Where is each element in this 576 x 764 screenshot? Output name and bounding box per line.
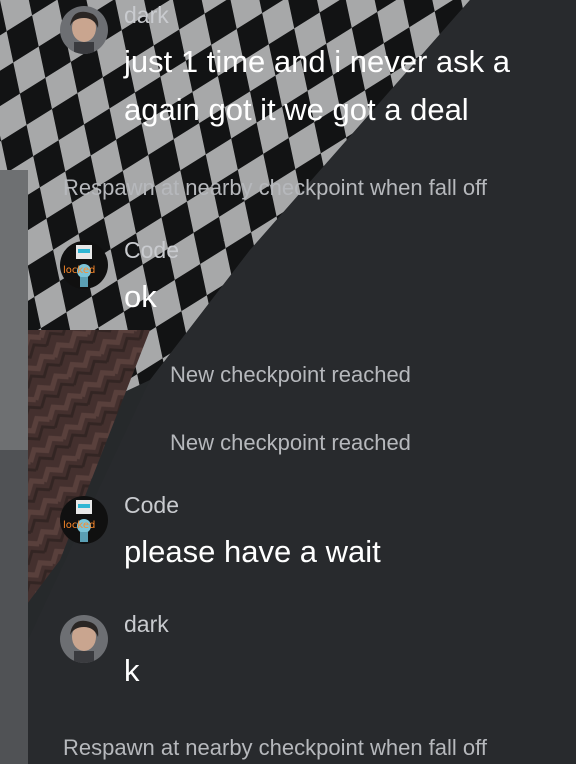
message-line: again got it we got a deal [124,92,469,127]
message-line: ok [124,279,157,314]
sender-name: Code [124,237,179,263]
dark-user-avatar[interactable] [60,615,108,663]
sender-name: dark [124,2,169,28]
avatar-label: locked [63,265,95,276]
message-text: k [124,647,140,695]
system-message: New checkpoint reached [170,362,411,387]
sender-name: dark [124,611,169,637]
code-user-avatar[interactable]: locked [60,496,108,544]
message-line: just 1 time and i never ask a [124,44,510,79]
system-message: Respawn at nearby checkpoint when fall o… [63,735,487,760]
sender-name: Code [124,492,179,518]
message-text: just 1 time and i never ask a again got … [124,38,510,134]
system-message: New checkpoint reached [170,430,411,455]
system-message: Respawn at nearby checkpoint when fall o… [63,175,487,200]
code-user-avatar[interactable]: locked [60,241,108,289]
avatar-label: locked [63,520,95,531]
message-line: k [124,653,140,688]
message-line: please have a wait [124,534,381,569]
chat-log: dark just 1 time and i never ask a again… [0,0,576,764]
message-text: ok [124,273,157,321]
message-text: please have a wait [124,528,381,576]
dark-user-avatar[interactable] [60,6,108,54]
